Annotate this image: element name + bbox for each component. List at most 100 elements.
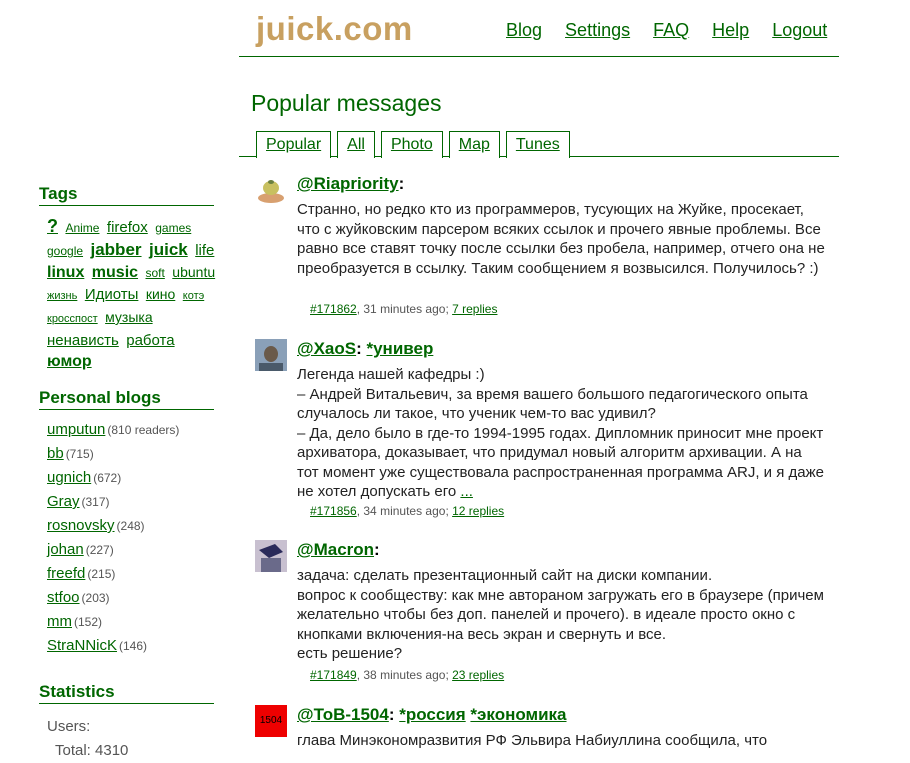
colon: :	[398, 174, 405, 193]
tab-photo-link[interactable]: Photo	[391, 136, 433, 153]
message-tag-link[interactable]: *универ	[366, 339, 433, 358]
tag-link[interactable]: котэ	[183, 290, 204, 302]
replies-link[interactable]: 7 replies	[452, 302, 497, 316]
message-tag-link[interactable]: *экономика	[470, 705, 566, 724]
tag-link[interactable]: ubuntu	[172, 264, 215, 280]
statistics-heading: Statistics	[39, 682, 214, 704]
message-header: @Riapriority:	[297, 174, 404, 194]
list-item: freefd (215)	[47, 565, 217, 589]
list-item: stfoo (203)	[47, 589, 217, 613]
tab-map-link[interactable]: Map	[459, 136, 490, 153]
colon: :	[356, 339, 367, 358]
message-id-link[interactable]: #171862	[310, 302, 357, 316]
tag-link[interactable]: Идиоты	[85, 286, 139, 303]
blog-link[interactable]: freefd	[47, 565, 85, 582]
tag-link[interactable]: firefox	[107, 219, 148, 236]
top-nav: Blog Settings FAQ Help Logout	[506, 20, 845, 41]
site-logo[interactable]: juick.com	[256, 10, 413, 48]
nav-faq-link[interactable]: FAQ	[653, 20, 689, 40]
tag-link[interactable]: ?	[47, 216, 58, 236]
reader-count: (203)	[81, 591, 110, 605]
tab-photo[interactable]: Photo	[380, 131, 443, 158]
page-title: Popular messages	[251, 90, 442, 116]
tag-link[interactable]: google	[47, 244, 83, 258]
message-author-link[interactable]: @Macron	[297, 540, 374, 559]
message-item: 1504 @ToB-1504: *россия *экономика глава…	[255, 705, 835, 757]
avatar[interactable]: 1504	[255, 705, 287, 737]
reader-count: (146)	[119, 639, 148, 653]
blog-link[interactable]: umputun	[47, 421, 105, 438]
replies-link[interactable]: 12 replies	[452, 504, 504, 518]
message-footer: #171862, 31 minutes ago; 7 replies	[310, 302, 497, 316]
reader-count: (810 readers)	[107, 423, 180, 437]
list-item: StraNNicK (146)	[47, 637, 217, 661]
blog-link[interactable]: johan	[47, 541, 84, 558]
tag-link[interactable]: работа	[126, 332, 174, 349]
list-item: rosnovsky (248)	[47, 517, 217, 541]
reader-count: (227)	[85, 543, 114, 557]
message-author-link[interactable]: @ToB-1504	[297, 705, 389, 724]
list-item: umputun (810 readers)	[47, 421, 217, 445]
tab-bar: Popular All Photo Map Tunes	[256, 131, 576, 158]
message-header: @XaoS: *универ	[297, 339, 433, 359]
tag-link[interactable]: jabber	[91, 240, 142, 259]
avatar[interactable]	[255, 540, 287, 572]
message-header: @Macron:	[297, 540, 380, 560]
statistics-block: Users: Total: 4310	[47, 715, 128, 763]
tag-link[interactable]: music	[92, 264, 138, 281]
stats-total: Total: 4310	[55, 742, 129, 759]
tag-link[interactable]: кино	[146, 286, 175, 302]
nav-help-link[interactable]: Help	[712, 20, 749, 40]
message-id-link[interactable]: #171856	[310, 504, 357, 518]
tag-link[interactable]: soft	[146, 266, 165, 280]
blog-link[interactable]: bb	[47, 445, 64, 462]
message-id-link[interactable]: #171849	[310, 668, 357, 682]
reader-count: (152)	[74, 615, 103, 629]
tab-popular[interactable]: Popular	[256, 131, 332, 158]
tag-link[interactable]: жизнь	[47, 290, 77, 302]
message-time: , 31 minutes ago;	[356, 302, 453, 316]
nav-blog-link[interactable]: Blog	[506, 20, 542, 40]
message-tag-link[interactable]: *россия	[399, 705, 465, 724]
blog-link[interactable]: StraNNicK	[47, 637, 117, 654]
tag-link[interactable]: juick	[149, 240, 188, 259]
blog-link[interactable]: stfoo	[47, 589, 80, 606]
tag-link[interactable]: life	[195, 242, 214, 259]
reader-count: (248)	[116, 519, 145, 533]
read-more-link[interactable]: ...	[460, 483, 473, 500]
colon: :	[374, 540, 380, 559]
tag-link[interactable]: games	[155, 221, 191, 235]
colon: :	[388, 705, 400, 724]
blog-link[interactable]: rosnovsky	[47, 517, 115, 534]
header-divider	[239, 56, 839, 57]
stats-users-label: Users:	[47, 718, 91, 735]
message-author-link[interactable]: @XaoS	[297, 339, 356, 358]
message-text: Странно, но редко кто из программеров, т…	[297, 201, 825, 277]
replies-link[interactable]: 23 replies	[452, 668, 504, 682]
blog-link[interactable]: mm	[47, 613, 72, 630]
message-header: @ToB-1504: *россия *экономика	[297, 705, 567, 725]
tag-link[interactable]: ненависть	[47, 332, 119, 349]
tab-popular-link[interactable]: Popular	[266, 136, 321, 153]
nav-settings-link[interactable]: Settings	[565, 20, 630, 40]
nav-logout-link[interactable]: Logout	[772, 20, 827, 40]
tags-heading: Tags	[39, 184, 214, 206]
tab-all[interactable]: All	[337, 131, 375, 158]
message-author-link[interactable]: @Riapriority	[297, 174, 399, 193]
avatar[interactable]	[255, 174, 287, 206]
tag-link[interactable]: linux	[47, 264, 84, 281]
tab-all-link[interactable]: All	[347, 136, 365, 153]
tab-map[interactable]: Map	[448, 131, 500, 158]
blog-link[interactable]: ugnich	[47, 469, 91, 486]
tag-link[interactable]: Anime	[65, 221, 99, 235]
avatar[interactable]	[255, 339, 287, 371]
tab-tunes-link[interactable]: Tunes	[516, 136, 560, 153]
tag-link[interactable]: музыка	[105, 309, 152, 325]
stats-heading-wrap: Statistics	[39, 682, 214, 704]
blog-link[interactable]: Gray	[47, 493, 80, 510]
tab-tunes[interactable]: Tunes	[505, 131, 570, 158]
list-item: Gray (317)	[47, 493, 217, 517]
tag-link[interactable]: кросспост	[47, 313, 98, 325]
message-time: , 38 minutes ago;	[356, 668, 453, 682]
tag-link[interactable]: юмор	[47, 353, 92, 370]
